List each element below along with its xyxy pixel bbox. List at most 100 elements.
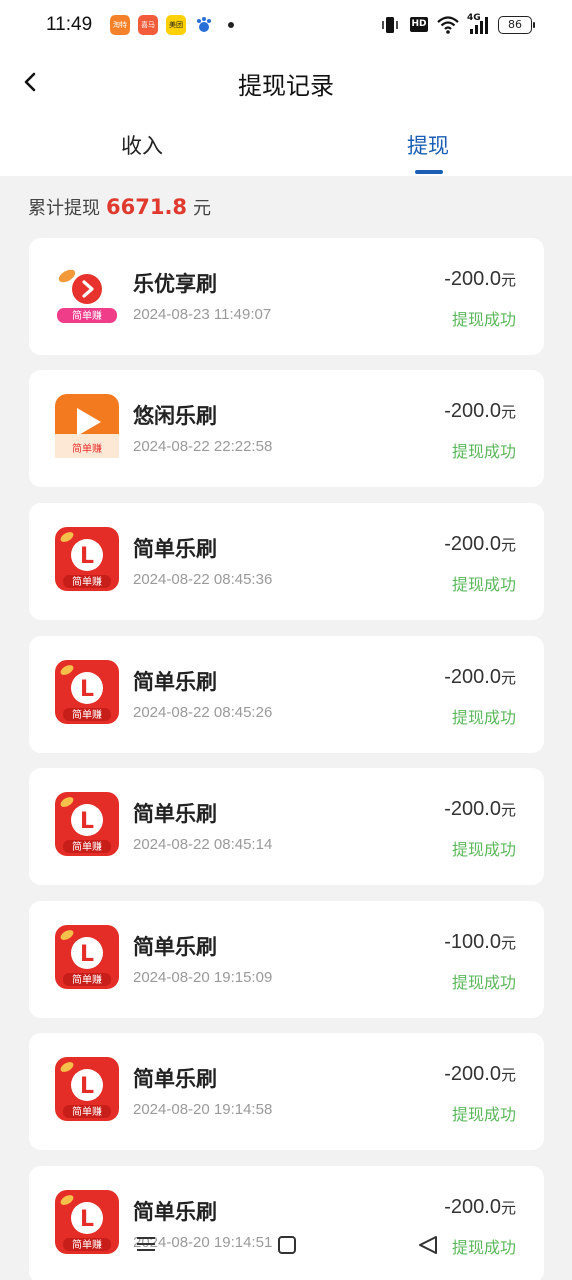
record-amount-unit: 元 bbox=[500, 271, 516, 289]
record-time: 2024-08-22 08:45:26 bbox=[133, 704, 273, 721]
record-status: 提现成功 bbox=[451, 973, 516, 992]
svg-text:L: L bbox=[80, 1207, 94, 1232]
icon-badge-text: 简单赚 bbox=[72, 442, 102, 455]
record-card[interactable]: L 简单赚 简单乐刷 2024-08-20 19:14:51 -200.0元 提… bbox=[29, 1166, 544, 1280]
record-app-name: 简单乐刷 bbox=[133, 1067, 217, 1091]
record-card[interactable]: L 简单赚 简单乐刷 2024-08-22 08:45:26 -200.0元 提… bbox=[29, 636, 544, 753]
record-time: 2024-08-22 08:45:36 bbox=[133, 571, 273, 588]
record-status: 提现成功 bbox=[451, 575, 516, 594]
svg-text:L: L bbox=[80, 809, 94, 834]
record-amount-group: -200.0元 bbox=[444, 268, 516, 291]
wifi-icon bbox=[437, 16, 459, 34]
summary-unit: 元 bbox=[193, 198, 212, 219]
top-nav-bar: 提现记录 bbox=[0, 52, 572, 112]
record-amount-group: -200.0元 bbox=[444, 1063, 516, 1086]
record-card[interactable]: L 简单赚 简单乐刷 2024-08-22 08:45:14 -200.0元 提… bbox=[29, 768, 544, 885]
jiandan-app-icon: L 简单赚 bbox=[55, 1057, 119, 1121]
record-amount: -100.0 bbox=[444, 931, 501, 953]
record-amount-unit: 元 bbox=[500, 801, 516, 819]
icon-badge-text: 简单赚 bbox=[72, 1238, 102, 1251]
tab-bar: 收入 提现 bbox=[0, 112, 572, 176]
meituan-notification-icon: 美团 bbox=[166, 15, 186, 35]
record-amount-unit: 元 bbox=[500, 1199, 516, 1217]
record-card[interactable]: L 简单赚 简单乐刷 2024-08-20 19:15:09 -100.0元 提… bbox=[29, 901, 544, 1018]
record-amount-group: -200.0元 bbox=[444, 1196, 516, 1219]
summary-amount: 6671.8 bbox=[106, 195, 188, 219]
status-bar: 11:49 淘特 喜马 美团 HD 4G 86 bbox=[0, 0, 572, 52]
record-amount: -200.0 bbox=[444, 1196, 501, 1218]
record-amount-unit: 元 bbox=[500, 934, 516, 952]
record-time: 2024-08-22 08:45:14 bbox=[133, 836, 273, 853]
jiandan-app-icon: L 简单赚 bbox=[55, 660, 119, 724]
record-status: 提现成功 bbox=[451, 708, 516, 727]
status-time: 11:49 bbox=[46, 14, 93, 35]
jiandan-app-icon: L 简单赚 bbox=[55, 792, 119, 856]
svg-text:L: L bbox=[80, 1074, 94, 1099]
record-amount-unit: 元 bbox=[500, 669, 516, 687]
tab-income[interactable]: 收入 bbox=[121, 130, 163, 160]
record-amount-unit: 元 bbox=[500, 403, 516, 421]
cellular-signal-icon bbox=[470, 17, 488, 34]
record-amount-group: -200.0元 bbox=[444, 798, 516, 821]
page-title: 提现记录 bbox=[238, 72, 334, 100]
record-time: 2024-08-20 19:14:58 bbox=[133, 1101, 273, 1118]
withdraw-summary: 累计提现 6671.8 元 bbox=[28, 194, 211, 220]
record-amount-group: -100.0元 bbox=[444, 931, 516, 954]
hd-voice-icon: HD bbox=[410, 17, 428, 32]
icon-badge-text: 简单赚 bbox=[72, 973, 102, 986]
record-card[interactable]: L 简单赚 简单乐刷 2024-08-22 08:45:36 -200.0元 提… bbox=[29, 503, 544, 620]
record-card[interactable]: 简单赚 悠闲乐刷 2024-08-22 22:22:58 -200.0元 提现成… bbox=[29, 370, 544, 487]
paw-notification-icon bbox=[197, 17, 211, 32]
record-app-name: 悠闲乐刷 bbox=[133, 404, 217, 428]
record-amount: -200.0 bbox=[444, 268, 501, 290]
record-status: 提现成功 bbox=[451, 310, 516, 329]
icon-badge-text: 简单赚 bbox=[72, 1105, 102, 1118]
record-time: 2024-08-22 22:22:58 bbox=[133, 438, 273, 455]
back-nav-icon[interactable] bbox=[416, 1234, 440, 1256]
ximalaya-notification-icon: 喜马 bbox=[138, 15, 158, 35]
record-app-name: 简单乐刷 bbox=[133, 802, 217, 826]
icon-badge-text: 简单赚 bbox=[72, 575, 102, 588]
youxian-app-icon: 简单赚 bbox=[55, 394, 119, 458]
jiandan-app-icon: L 简单赚 bbox=[55, 925, 119, 989]
active-tab-indicator bbox=[415, 170, 443, 174]
record-amount: -200.0 bbox=[444, 1063, 501, 1085]
record-amount: -200.0 bbox=[444, 798, 501, 820]
jiandan-app-icon: L 简单赚 bbox=[55, 527, 119, 591]
record-app-name: 简单乐刷 bbox=[133, 537, 217, 561]
vibrate-icon bbox=[382, 17, 398, 33]
svg-text:L: L bbox=[80, 544, 94, 569]
record-time: 2024-08-23 11:49:07 bbox=[133, 306, 272, 323]
record-amount-group: -200.0元 bbox=[444, 666, 516, 689]
menu-icon[interactable] bbox=[134, 1234, 158, 1254]
icon-badge-text: 简单赚 bbox=[72, 309, 102, 322]
record-card[interactable]: L 简单赚 简单乐刷 2024-08-20 19:14:58 -200.0元 提… bbox=[29, 1033, 544, 1150]
record-app-name: 简单乐刷 bbox=[133, 935, 217, 959]
record-amount-group: -200.0元 bbox=[444, 533, 516, 556]
summary-label: 累计提现 bbox=[28, 198, 100, 219]
icon-badge-text: 简单赚 bbox=[72, 840, 102, 853]
home-icon[interactable] bbox=[276, 1234, 298, 1256]
record-amount-unit: 元 bbox=[500, 1066, 516, 1084]
leyouxiang-app-icon: 简单赚 bbox=[55, 262, 119, 326]
taote-notification-icon: 淘特 bbox=[110, 15, 130, 35]
record-status: 提现成功 bbox=[451, 1105, 516, 1124]
record-amount-unit: 元 bbox=[500, 536, 516, 554]
jiandan-app-icon: L 简单赚 bbox=[55, 1190, 119, 1254]
svg-text:L: L bbox=[80, 942, 94, 967]
record-status: 提现成功 bbox=[451, 840, 516, 859]
more-notifications-dot bbox=[228, 22, 234, 28]
record-time: 2024-08-20 19:15:09 bbox=[133, 969, 273, 986]
record-card[interactable]: 简单赚 乐优享刷 2024-08-23 11:49:07 -200.0元 提现成… bbox=[29, 238, 544, 355]
record-status: 提现成功 bbox=[451, 1238, 516, 1257]
record-amount-group: -200.0元 bbox=[444, 400, 516, 423]
record-app-name: 简单乐刷 bbox=[133, 670, 217, 694]
battery-icon: 86 bbox=[498, 16, 535, 34]
icon-badge-text: 简单赚 bbox=[72, 708, 102, 721]
svg-text:L: L bbox=[80, 677, 94, 702]
record-status: 提现成功 bbox=[451, 442, 516, 461]
record-amount: -200.0 bbox=[444, 533, 501, 555]
record-amount: -200.0 bbox=[444, 400, 501, 422]
tab-withdraw[interactable]: 提现 bbox=[407, 130, 449, 160]
record-app-name: 乐优享刷 bbox=[133, 272, 217, 296]
